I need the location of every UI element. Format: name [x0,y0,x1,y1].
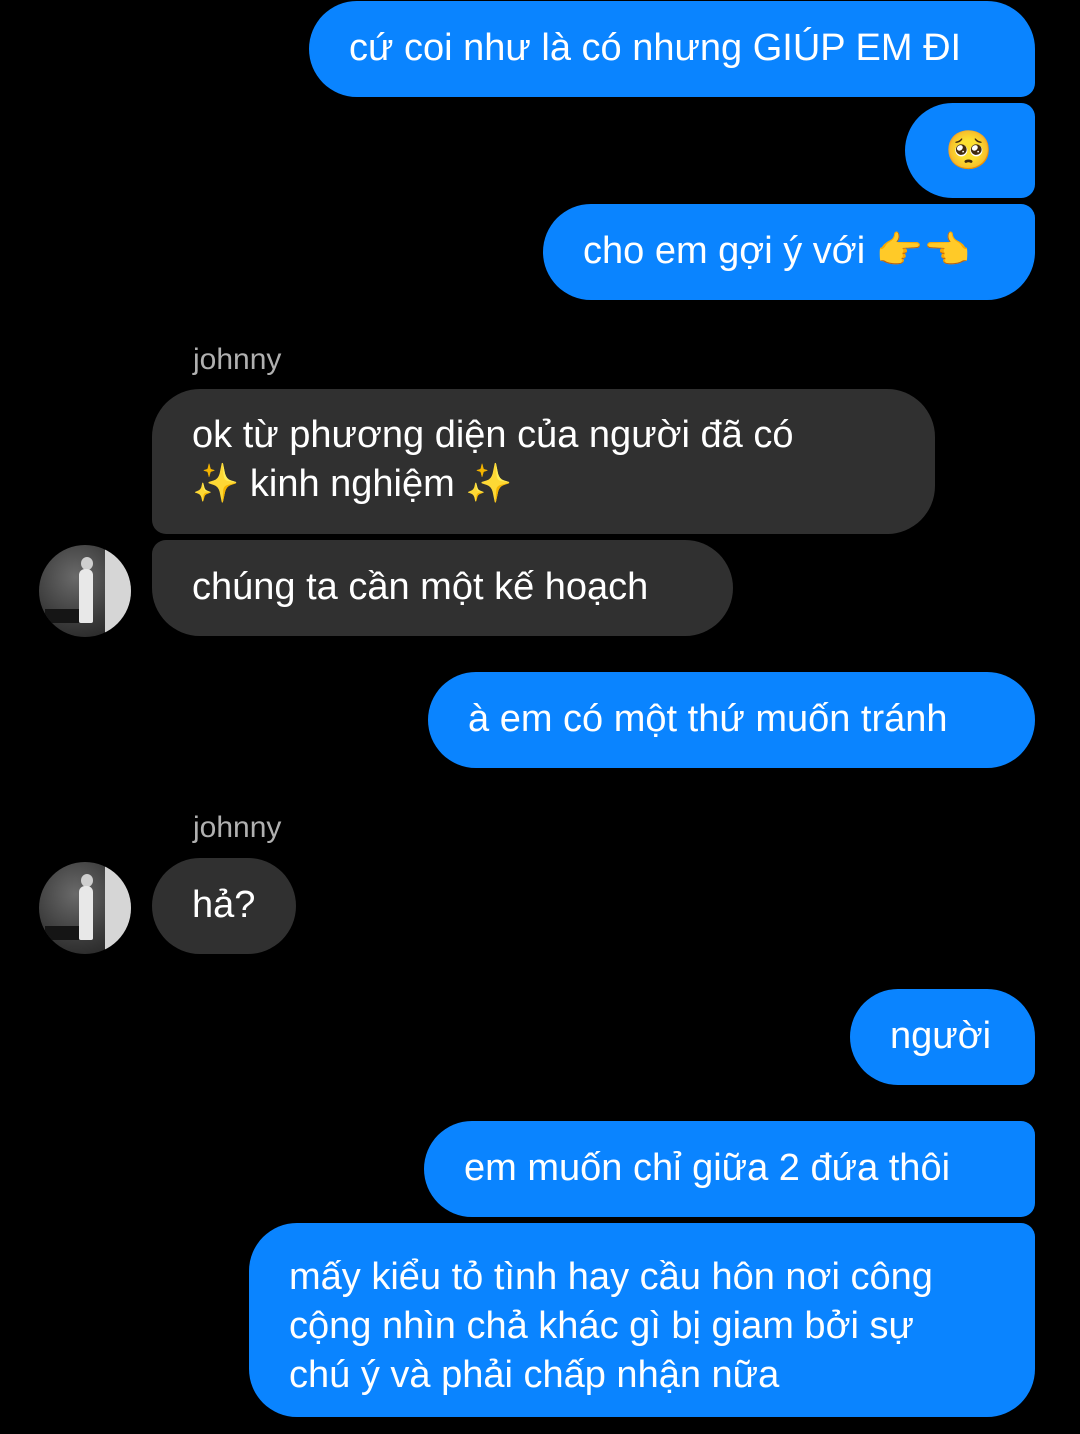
sender-name: johnny [193,811,282,844]
message-text: cứ coi như là có nhưng GIÚP EM ĐI [349,27,962,69]
message-bubble-incoming[interactable]: chúng ta cần một kế hoạch [152,540,733,636]
pleading-face-emoji: 🥺 [945,128,993,172]
avatar-background-desk [45,926,79,940]
message-text: chúng ta cần một kế hoạch [192,566,649,608]
contact-avatar[interactable] [39,862,131,954]
message-text-line: ✨ kinh nghiệm ✨ [192,463,513,505]
message-text-line: chú ý và phải chấp nhận nữa [289,1354,780,1396]
sender-name: johnny [193,343,282,376]
contact-avatar[interactable] [39,545,131,637]
message-text: à em có một thứ muốn tránh [468,698,948,740]
message-bubble-incoming[interactable]: ok từ phương diện của người đã có ✨ kinh… [152,389,935,534]
message-text-line: cộng nhìn chả khác gì bị giam bởi sự [289,1305,914,1347]
message-bubble-outgoing[interactable]: em muốn chỉ giữa 2 đứa thôi [424,1121,1035,1217]
avatar-background-desk [45,609,79,623]
message-text: hả? [192,884,256,926]
message-bubble-outgoing[interactable]: 🥺 [905,103,1035,198]
message-bubble-outgoing[interactable]: à em có một thứ muốn tránh [428,672,1035,768]
message-text: người [890,1015,992,1057]
avatar-figure-body [79,886,93,940]
message-bubble-outgoing[interactable]: cho em gợi ý với 👉👈 [543,204,1035,300]
message-bubble-outgoing[interactable]: mấy kiểu tỏ tình hay cầu hôn nơi công cộ… [249,1223,1035,1417]
avatar-background-wall [105,862,131,954]
message-bubble-outgoing[interactable]: người [850,989,1035,1085]
message-text-line: mấy kiểu tỏ tình hay cầu hôn nơi công [289,1256,933,1298]
message-bubble-outgoing[interactable]: cứ coi như là có nhưng GIÚP EM ĐI [309,1,1035,97]
message-bubble-incoming[interactable]: hả? [152,858,296,954]
message-text: em muốn chỉ giữa 2 đứa thôi [464,1147,951,1189]
avatar-background-wall [105,545,131,637]
avatar-figure-body [79,569,93,623]
message-text: cho em gợi ý với 👉👈 [583,230,971,272]
message-text-line: ok từ phương diện của người đã có [192,414,794,456]
